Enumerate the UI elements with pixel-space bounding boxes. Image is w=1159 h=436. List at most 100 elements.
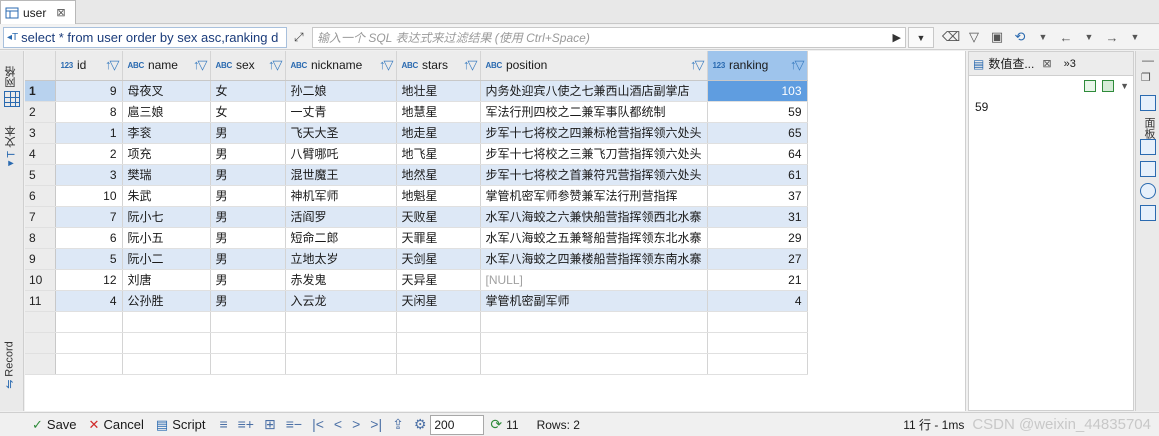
funnel-icon[interactable]: ▽: [965, 29, 983, 45]
filter-input[interactable]: 输入一个 SQL 表达式来过滤结果 (使用 Ctrl+Space) ▶: [312, 27, 906, 48]
first-page-icon[interactable]: |<: [312, 416, 324, 433]
cell-stars[interactable]: 天剑星: [396, 248, 481, 270]
save-button[interactable]: ✓ Save: [32, 417, 77, 433]
cell-nickname[interactable]: 飞天大圣: [285, 122, 397, 144]
cell-ranking[interactable]: 37: [707, 185, 808, 207]
cell-position[interactable]: 军法行刑四校之二兼军事队都统制: [480, 101, 708, 123]
sort-filter-icon[interactable]: ↑▽: [790, 57, 804, 73]
cell-position[interactable]: [NULL]: [480, 269, 708, 291]
text-view-tab[interactable]: ◂T 文本: [3, 126, 19, 171]
cell-nickname[interactable]: 孙二娘: [285, 80, 397, 102]
sort-filter-icon[interactable]: ↑▽: [193, 57, 207, 73]
cell-ranking[interactable]: 103: [707, 80, 808, 102]
cell-sex[interactable]: 男: [210, 185, 286, 207]
cell-stars[interactable]: 天异星: [396, 269, 481, 291]
grid-icon[interactable]: [4, 91, 20, 107]
table-row[interactable]: 9 5 阮小二男立地太岁 天剑星 水军八海蛟之四兼楼船营指挥领东南水寨 27: [25, 248, 808, 270]
cell-id[interactable]: 2: [55, 143, 123, 165]
table-row[interactable]: 2 8 扈三娘女一丈青 地慧星 军法行刑四校之二兼军事队都统制 59: [25, 101, 808, 123]
forward-arrow-icon[interactable]: →: [1103, 29, 1121, 45]
row-number[interactable]: 9: [25, 248, 56, 270]
cell-position[interactable]: 步军十七将校之首兼符咒营指挥领六处头: [480, 164, 708, 186]
cell-id[interactable]: 8: [55, 101, 123, 123]
row-number[interactable]: 7: [25, 206, 56, 228]
cell-stars[interactable]: 天罪星: [396, 227, 481, 249]
link-icon[interactable]: ⟲: [1011, 29, 1029, 45]
cell-ranking[interactable]: 21: [707, 269, 808, 291]
delete-row-icon[interactable]: ≡−: [286, 416, 302, 433]
back-arrow-icon[interactable]: ←: [1057, 29, 1075, 45]
edit-row-icon[interactable]: ≡: [219, 416, 227, 433]
cell-ranking[interactable]: 31: [707, 206, 808, 228]
export-icon[interactable]: ⇪: [392, 416, 404, 433]
cell-nickname[interactable]: 混世魔王: [285, 164, 397, 186]
prev-page-icon[interactable]: <: [334, 416, 342, 433]
table-row[interactable]: 3 1 李衮男飞天大圣 地走星 步军十七将校之四兼标枪营指挥领六处头 65: [25, 122, 808, 144]
cell-ranking[interactable]: 64: [707, 143, 808, 165]
cell-id[interactable]: 1: [55, 122, 123, 144]
cell-stars[interactable]: 天闲星: [396, 290, 481, 312]
last-page-icon[interactable]: >|: [370, 416, 382, 433]
cell-name[interactable]: 项充: [122, 143, 211, 165]
cell-nickname[interactable]: 一丈青: [285, 101, 397, 123]
minimize-icon[interactable]: —: [1142, 53, 1154, 67]
cell-position[interactable]: 水军八海蛟之五兼弩船营指挥领东北水寨: [480, 227, 708, 249]
cancel-button[interactable]: ✕ Cancel: [89, 417, 144, 433]
cell-id[interactable]: 10: [55, 185, 123, 207]
cell-nickname[interactable]: 八臂哪吒: [285, 143, 397, 165]
row-number[interactable]: 2: [25, 101, 56, 123]
cell-ranking[interactable]: 61: [707, 164, 808, 186]
table-row[interactable]: 8 6 阮小五男短命二郎 天罪星 水军八海蛟之五兼弩船营指挥领东北水寨 29: [25, 227, 808, 249]
sort-filter-icon[interactable]: ↑▽: [105, 57, 119, 73]
panels-label[interactable]: 面板: [1141, 117, 1157, 139]
row-number[interactable]: 4: [25, 143, 56, 165]
next-page-icon[interactable]: >: [352, 416, 360, 433]
cell-position[interactable]: 步军十七将校之四兼标枪营指挥领六处头: [480, 122, 708, 144]
cell-ranking[interactable]: 4: [707, 290, 808, 312]
row-number[interactable]: 8: [25, 227, 56, 249]
tab-user[interactable]: user ⊠: [0, 0, 76, 24]
cell-position[interactable]: 水军八海蛟之六兼快船营指挥领西北水寨: [480, 206, 708, 228]
cell-nickname[interactable]: 神机军师: [285, 185, 397, 207]
cell-ranking[interactable]: 65: [707, 122, 808, 144]
filter-settings-icon[interactable]: ▣: [988, 29, 1006, 45]
cell-name[interactable]: 扈三娘: [122, 101, 211, 123]
cell-sex[interactable]: 女: [210, 101, 286, 123]
filter-dropdown-button[interactable]: ▼: [908, 27, 934, 48]
cell-stars[interactable]: 地魁星: [396, 185, 481, 207]
cell-ranking[interactable]: 59: [707, 101, 808, 123]
cell-id[interactable]: 3: [55, 164, 123, 186]
column-header-sex[interactable]: ABC sex ↑▽: [210, 51, 286, 81]
sql-query-field[interactable]: ◂T select * from user order by sex asc,r…: [3, 27, 287, 48]
cell-stars[interactable]: 地然星: [396, 164, 481, 186]
cell-nickname[interactable]: 赤发鬼: [285, 269, 397, 291]
cell-stars[interactable]: 天败星: [396, 206, 481, 228]
refresh-icon[interactable]: ⟳: [490, 416, 502, 433]
grid-view-tab[interactable]: 网格: [3, 63, 19, 91]
cell-sex[interactable]: 男: [210, 164, 286, 186]
cell-stars[interactable]: 地慧星: [396, 101, 481, 123]
table-row[interactable]: 6 10 朱武男神机军师 地魁星 掌管机密军师参赞兼军法行刑营指挥 37: [25, 185, 808, 207]
cell-position[interactable]: 步军十七将校之三兼飞刀营指挥领六处头: [480, 143, 708, 165]
close-icon[interactable]: ⊠: [56, 6, 65, 19]
cell-sex[interactable]: 男: [210, 227, 286, 249]
row-number[interactable]: 10: [25, 269, 56, 291]
cell-sex[interactable]: 女: [210, 80, 286, 102]
cell-nickname[interactable]: 入云龙: [285, 290, 397, 312]
script-button[interactable]: ▤ Script: [156, 417, 206, 433]
selected-cell-value[interactable]: 59: [969, 96, 1133, 118]
cell-stars[interactable]: 地壮星: [396, 80, 481, 102]
play-icon[interactable]: ▶: [893, 31, 901, 44]
auto-apply-icon[interactable]: [1102, 80, 1115, 92]
cell-nickname[interactable]: 短命二郎: [285, 227, 397, 249]
sort-filter-icon[interactable]: ↑▽: [379, 57, 393, 73]
cell-name[interactable]: 李衮: [122, 122, 211, 144]
cell-position[interactable]: 掌管机密军师参赞兼军法行刑营指挥: [480, 185, 708, 207]
copy-row-icon[interactable]: ⊞: [264, 416, 276, 433]
cell-id[interactable]: 9: [55, 80, 123, 102]
panels-icon[interactable]: [1140, 95, 1156, 111]
sort-filter-icon[interactable]: ↑▽: [268, 57, 282, 73]
chevron-down-icon[interactable]: ▼: [1034, 29, 1052, 45]
add-row-icon[interactable]: ≡+: [238, 416, 254, 433]
cell-sex[interactable]: 男: [210, 143, 286, 165]
